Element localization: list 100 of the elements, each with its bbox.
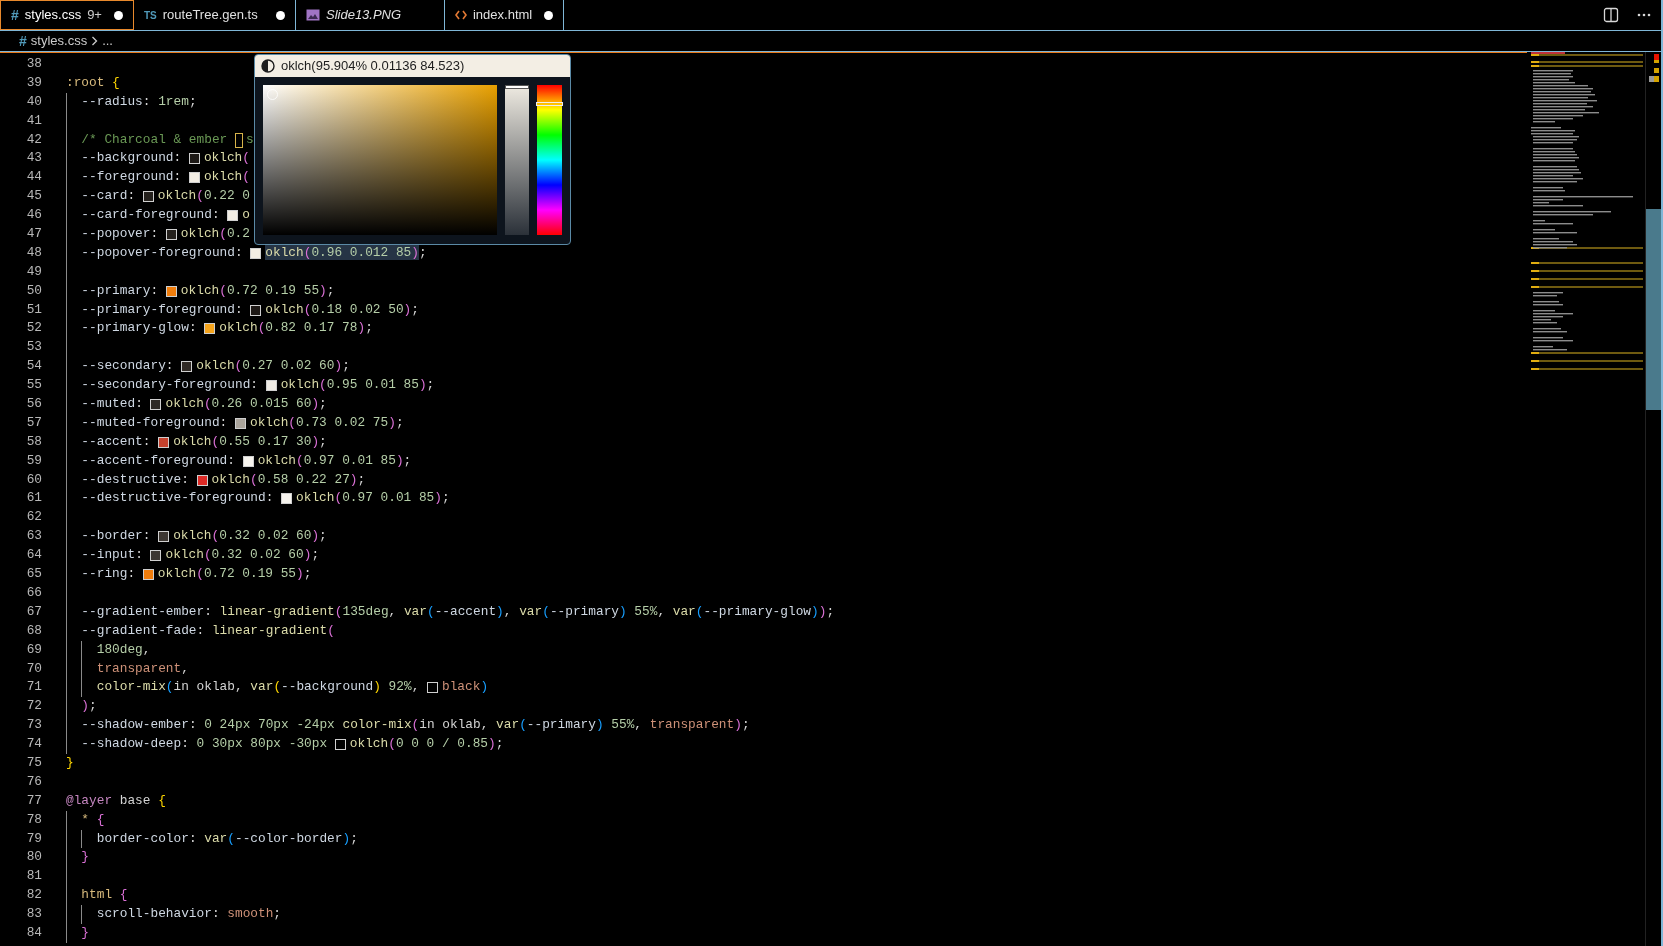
code-text: oklch(0.97 0.01 85); (257, 451, 412, 470)
code-text: /* Charcoal & ember (81, 130, 229, 149)
code-text: o (242, 206, 250, 225)
editor-tab[interactable]: # styles.css 9+ (0, 0, 134, 30)
line-number: 43 (25, 149, 42, 168)
code-text: oklch(0.72 0.19 55); (157, 565, 312, 584)
code-text: --muted: (81, 395, 144, 414)
code-text: transparent, (96, 659, 189, 678)
line-number: 63 (25, 527, 42, 546)
color-value-header[interactable]: oklch(95.904% 0.01136 84.523) (255, 55, 570, 77)
line-number: 64 (25, 546, 42, 565)
line-number: 41 (25, 111, 42, 130)
code-text: --foreground: (81, 168, 183, 187)
code-text: ); (81, 697, 97, 716)
code-text: --accent: (81, 432, 152, 451)
code-text: --input: (81, 546, 144, 565)
code-text: scroll-behavior: smooth; (96, 905, 282, 924)
code-text: @layer base { (66, 791, 166, 810)
code-text: --secondary-foreground: (81, 376, 259, 395)
line-number: 56 (25, 395, 42, 414)
line-number: 59 (25, 451, 42, 470)
line-number: 72 (25, 697, 42, 716)
breadcrumb-item[interactable]: styles.css (30, 31, 88, 51)
line-number: 50 (25, 281, 42, 300)
line-number: 71 (25, 678, 42, 697)
code-text: oklch(0.32 0.02 60); (173, 527, 327, 546)
line-number: 73 (25, 716, 42, 735)
code-text: --radius: 1rem; (81, 92, 197, 111)
line-number: 60 (25, 470, 42, 489)
line-number: 38 (25, 55, 42, 73)
code-text: } (66, 753, 74, 772)
code-text: --popover-foreground: (81, 243, 244, 262)
code-text: --card: (81, 187, 137, 206)
line-number: 81 (25, 867, 42, 886)
line-number: 52 (25, 319, 42, 338)
line-number: 42 (25, 130, 42, 149)
code-text: oklch(0 0 0 / 0.85); (349, 735, 504, 754)
code-text: oklch(0.32 0.02 60); (165, 546, 320, 565)
code-text: oklch(0.55 0.17 30); (173, 432, 327, 451)
code-text: --background: (81, 149, 183, 168)
line-number: 67 (25, 602, 42, 621)
line-number: 76 (25, 772, 42, 791)
code-text: oklch(0.58 0.22 27); (211, 470, 366, 489)
line-number: 49 (25, 262, 42, 281)
line-number: 78 (25, 810, 42, 829)
code-text: oklch( (203, 168, 250, 187)
code-text: --popover: (81, 225, 160, 243)
line-number: 44 (25, 168, 42, 187)
code-text: oklch(0.27 0.02 60); (196, 357, 350, 376)
code-text: --ring: (81, 565, 137, 584)
line-number: 79 (25, 829, 42, 848)
line-number: 61 (25, 489, 42, 508)
line-number: 75 (25, 753, 42, 772)
code-text: 180deg, (96, 640, 151, 659)
line-number: 45 (25, 187, 42, 206)
code-text: oklch(0.18 0.02 50); (265, 300, 419, 319)
code-text: --primary-foreground: (81, 300, 244, 319)
editor-tab[interactable]: TS routeTree.gen.ts (133, 0, 296, 30)
code-text: oklch(0.82 0.17 78); (219, 319, 373, 338)
line-number: 66 (25, 583, 42, 602)
code-text: oklch(0.22 0 (157, 187, 250, 206)
code-text: border-color: var(--color-border); (96, 829, 358, 848)
code-text: oklch(0.95 0.01 85); (280, 376, 435, 395)
line-number: 57 (25, 413, 42, 432)
line-number: 55 (25, 376, 42, 395)
code-text: --secondary: (81, 357, 175, 376)
editor-tab[interactable]: index.html (444, 0, 565, 30)
editor-tab[interactable]: Slide13.PNG (295, 0, 445, 30)
code-text: * { (81, 810, 105, 829)
line-number: 82 (25, 886, 42, 905)
code-text: oklch(0.26 0.015 60); (165, 395, 327, 414)
line-number: 65 (25, 565, 42, 584)
code-text: --primary-glow: (81, 319, 198, 338)
line-number: 70 (25, 659, 42, 678)
code-text: oklch(0.96 0.012 85); (265, 243, 427, 262)
line-number: 83 (25, 905, 42, 924)
typescript-file-icon: TS (143, 7, 157, 23)
line-number: 69 (25, 640, 42, 659)
code-text: --primary: (81, 281, 160, 300)
code-text: black) (442, 678, 489, 697)
code-text: oklch(0.97 0.01 85); (296, 489, 450, 508)
code-text: oklch(0.73 0.02 75); (249, 413, 404, 432)
code-text: oklch( (203, 149, 250, 168)
code-text: s (245, 130, 254, 149)
code-text: --accent-foreground: (81, 451, 236, 470)
line-number: 77 (25, 791, 42, 810)
line-number: 80 (25, 848, 42, 867)
line-number: 39 (25, 73, 42, 92)
code-text: --shadow-deep: 0 30px 80px -30px (81, 735, 329, 754)
code-text: oklch(0.2 (180, 225, 250, 243)
code-text: --destructive: (81, 470, 190, 489)
code-text: } (81, 848, 90, 867)
code-text: } (81, 923, 90, 942)
code-text: --gradient-ember: linear-gradient(135deg, var(--accent), var(--primary) 55%, var(--primary-glow)); (81, 602, 835, 621)
line-number: 51 (25, 300, 42, 319)
css-file-icon: # (19, 30, 27, 52)
breadcrumb-item[interactable]: ... (102, 31, 113, 51)
line-number: 40 (25, 92, 42, 111)
code-text: --destructive-foreground: (81, 489, 275, 508)
code-text: :root { (66, 73, 120, 92)
